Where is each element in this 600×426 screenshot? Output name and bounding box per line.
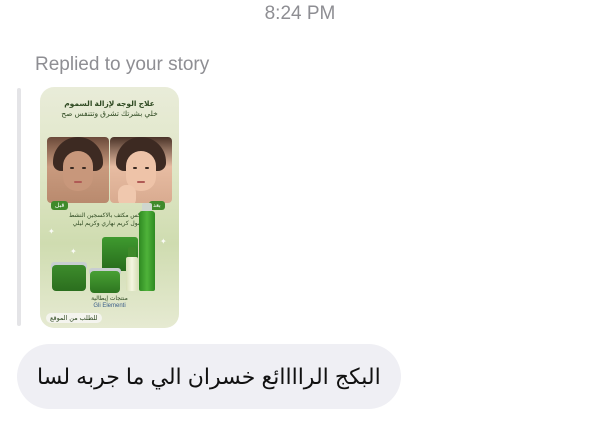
story-headline-line2: خلي بشرتك تشرق وتتنفس صح [61, 109, 158, 118]
after-photo [110, 137, 172, 203]
before-photo [47, 137, 109, 203]
story-subtitle-line1: ديتوكس مكثف بالاكسجين النشط [68, 213, 151, 219]
order-link-sticker[interactable]: للطلب من الموقع [46, 313, 102, 323]
sparkle-icon: ✦ [70, 247, 77, 256]
message-text: البكج الراااائع خسران الي ما جربه لسا [37, 363, 381, 389]
product-dropper [126, 257, 138, 291]
sparkle-icon: ✦ [48, 227, 55, 236]
brand-logo: Gli Elementi [93, 303, 126, 309]
reply-indicator-bar [17, 88, 21, 326]
story-reply-label: Replied to your story [35, 54, 210, 75]
story-headline: علاج الوجه لإزالة السموم خلي بشرتك تشرق … [40, 99, 179, 119]
story-thumbnail[interactable]: ✦ ✦ ✦ علاج الوجه لإزالة السموم خلي بشرتك… [40, 87, 179, 328]
story-subtitle-line2: غسول كريم نهاري وكريم ليلي [72, 221, 147, 227]
product-jar [90, 271, 120, 293]
product-jar [52, 265, 86, 291]
story-headline-line1: علاج الوجه لإزالة السموم [64, 99, 155, 108]
chat-screen: 8:24 PM Replied to your story ✦ ✦ ✦ علاج… [0, 0, 600, 426]
message-timestamp: 8:24 PM [264, 3, 336, 24]
story-subtitle: ديتوكس مكثف بالاكسجين النشط غسول كريم نه… [40, 212, 179, 228]
sparkle-icon: ✦ [160, 237, 167, 246]
before-tag: قبل [51, 201, 69, 210]
product-bottle [139, 211, 155, 291]
brand-tagline: منتجات إيطالية [91, 296, 128, 302]
message-bubble[interactable]: البكج الراااائع خسران الي ما جربه لسا [17, 344, 401, 409]
